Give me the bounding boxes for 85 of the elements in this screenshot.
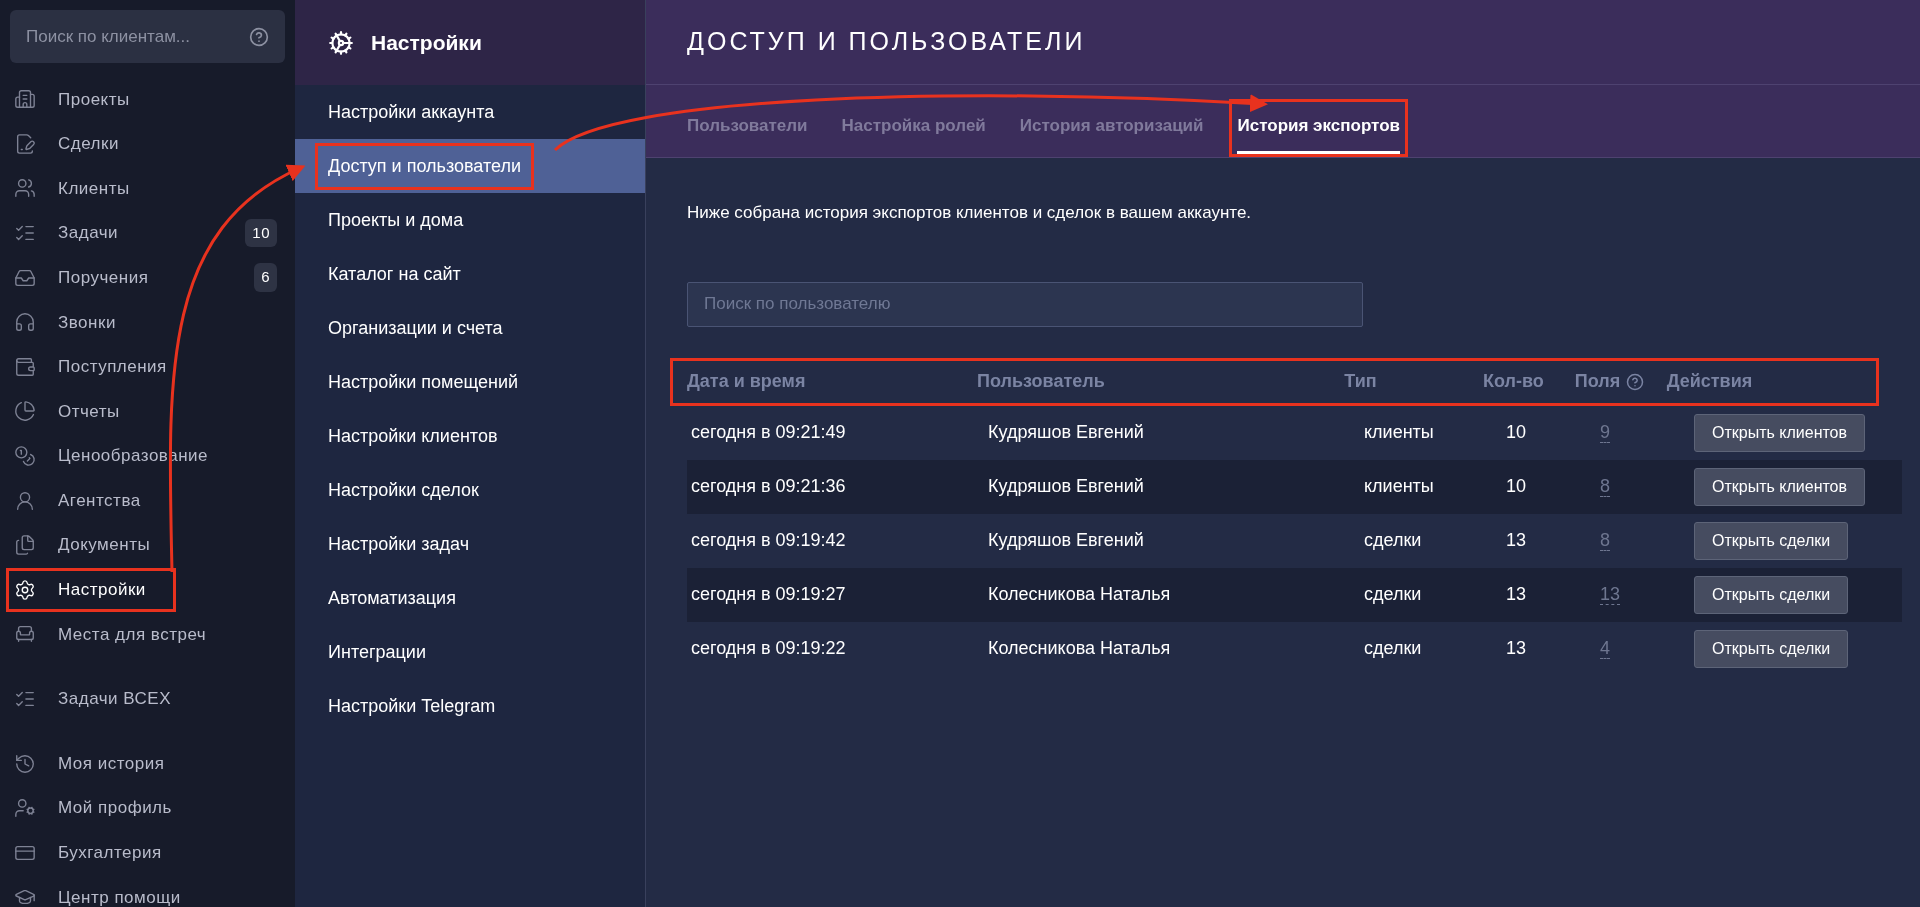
section-title: Настройки — [371, 29, 482, 56]
open-button[interactable]: Открыть клиентов — [1694, 467, 1865, 506]
settings-link[interactable]: Настройки задач — [315, 520, 483, 568]
files-icon — [14, 534, 36, 557]
table-cell-text: Кудряшов Евгений — [988, 529, 1145, 552]
nav-item[interactable]: Сделки — [6, 121, 289, 167]
column-header: Тип — [1344, 370, 1377, 393]
settings-link[interactable]: Настройки аккаунта — [315, 88, 508, 136]
gears-icon — [328, 29, 354, 56]
search-field[interactable]: Поиск по клиентам... — [10, 10, 285, 63]
nav-item[interactable]: Документы — [6, 522, 289, 568]
nav-item[interactable]: Места для встреч — [6, 612, 289, 657]
nav-item[interactable]: Поручения 6 — [6, 255, 289, 300]
nav-item[interactable]: Проекты — [6, 77, 289, 122]
settings-link[interactable]: Настройки помещений — [315, 358, 532, 406]
column-header: Кол-во — [1483, 370, 1544, 393]
table-cell-text: Колесникова Наталья — [988, 637, 1172, 660]
users-icon — [14, 177, 36, 200]
settings-link[interactable]: Организации и счета — [315, 304, 516, 352]
headset-icon — [14, 311, 36, 334]
user-search-field[interactable]: Поиск по пользователю — [687, 281, 1363, 327]
table-cell-text: сегодня в 09:21:49 — [691, 421, 847, 444]
nav-item[interactable]: Бухгалтерия — [6, 830, 289, 876]
settings-link[interactable]: Интеграции — [315, 628, 439, 676]
settings-link[interactable]: Каталог на сайт — [315, 250, 474, 298]
settings-link[interactable]: Проекты и дома — [315, 196, 477, 244]
nav-item[interactable]: Задачи 10 — [6, 210, 289, 256]
help-icon[interactable] — [249, 26, 269, 47]
table-cell-text: 10 — [1506, 475, 1528, 498]
column-header: Поля — [1574, 370, 1621, 393]
column-header: Дата и время — [687, 370, 806, 393]
history-icon — [14, 752, 36, 775]
table-cell-text: сегодня в 09:19:27 — [691, 583, 847, 606]
table-cell-text: 13 — [1506, 637, 1528, 660]
count-badge: 10 — [245, 218, 277, 248]
nav-item[interactable]: Мой профиль — [6, 785, 289, 831]
table-cell-text: сделки — [1364, 529, 1423, 552]
settings-link[interactable]: Настройки Telegram — [315, 682, 509, 730]
description: Ниже собрана история экспортов клиентов и сделок в вашем аккаунте. — [687, 202, 1253, 224]
nav-item[interactable]: Задачи ВСЕХ — [6, 676, 289, 722]
building-icon — [14, 88, 36, 111]
table-cell-text: сегодня в 09:21:36 — [691, 475, 847, 498]
nav-item[interactable]: Агентства — [6, 478, 289, 523]
fields-link[interactable]: 13 — [1600, 584, 1621, 605]
table-cell-text: сегодня в 09:19:42 — [691, 529, 847, 552]
column-header: Действия — [1666, 370, 1753, 393]
nav-item[interactable]: Настройки — [6, 567, 176, 613]
document-pen-icon — [14, 132, 36, 155]
table-cell-text: Кудряшов Евгений — [988, 475, 1145, 498]
page-title: ДОСТУП И ПОЛЬЗОВАТЕЛИ — [687, 26, 1086, 58]
open-button[interactable]: Открыть сделки — [1694, 521, 1849, 560]
nav-item[interactable]: Центр помощи — [6, 875, 289, 907]
search-input[interactable]: Поиск по клиентам... — [26, 23, 246, 50]
settings-link[interactable]: Настройки сделок — [315, 466, 492, 514]
nav-item[interactable]: Отчеты — [6, 389, 289, 434]
table-cell-text: сделки — [1364, 637, 1423, 660]
wallet-icon — [14, 355, 36, 378]
nav-item[interactable]: Звонки — [6, 299, 289, 345]
nav-item[interactable]: Моя история — [6, 741, 289, 786]
table-cell-text: Кудряшов Евгений — [988, 421, 1145, 444]
open-button[interactable]: Открыть сделки — [1694, 629, 1849, 668]
tab[interactable]: История экспортов — [1229, 99, 1408, 157]
table-cell-text: сделки — [1364, 583, 1423, 606]
table-cell-text: 13 — [1506, 583, 1528, 606]
coins-icon — [14, 445, 36, 468]
person-icon — [14, 489, 36, 512]
user-gear-icon — [14, 797, 36, 820]
open-button[interactable]: Открыть сделки — [1694, 575, 1849, 614]
table-cell-text: 10 — [1506, 421, 1528, 444]
open-button[interactable]: Открыть клиентов — [1694, 413, 1865, 452]
table-cell-text: клиенты — [1364, 421, 1435, 444]
help-icon[interactable] — [1626, 372, 1645, 391]
nav-item[interactable]: Поступления — [6, 344, 289, 390]
settings-icon — [14, 578, 36, 601]
table-cell-text: Колесникова Наталья — [988, 583, 1172, 606]
table-cell-text: 13 — [1506, 529, 1528, 552]
nav-item[interactable]: Клиенты — [6, 166, 289, 211]
pie-chart-icon — [14, 400, 36, 423]
settings-link[interactable]: Настройки клиентов — [315, 412, 511, 460]
count-badge: 6 — [254, 263, 277, 292]
settings-link[interactable]: Автоматизация — [315, 574, 469, 622]
fields-link[interactable]: 8 — [1600, 476, 1610, 497]
table-cell-text: сегодня в 09:19:22 — [691, 637, 847, 660]
column-header: Пользователь — [977, 370, 1105, 393]
table-cell-text: клиенты — [1364, 475, 1435, 498]
